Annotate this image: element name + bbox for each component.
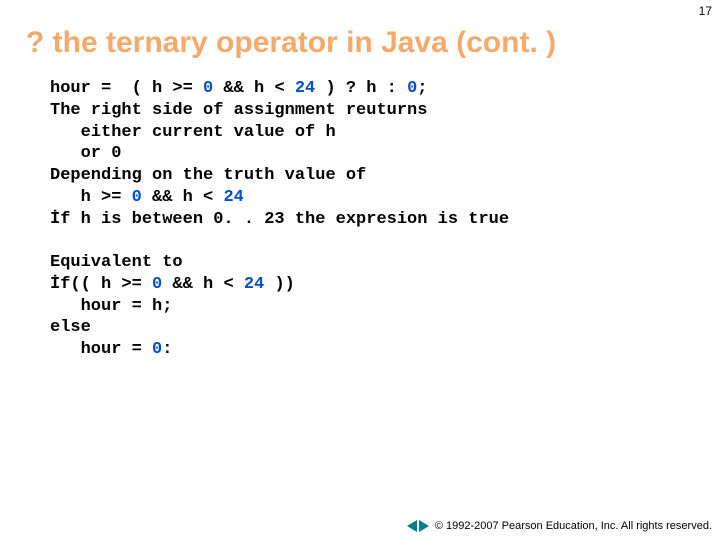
code-literal: 0 xyxy=(132,188,142,207)
code-literal: 0 xyxy=(152,340,162,359)
code-text: or 0 xyxy=(50,144,121,163)
code-block-1: hour = ( h >= 0 && h < 24 ) ? h : 0; The… xyxy=(0,78,720,361)
code-text: Equivalent to xyxy=(50,253,183,272)
code-text: ) ? h : xyxy=(315,79,407,98)
code-literal: 24 xyxy=(223,188,243,207)
code-literal: 0 xyxy=(203,79,213,98)
code-literal: 24 xyxy=(295,79,315,98)
nav-arrows xyxy=(407,520,429,532)
copyright-text: © 1992-2007 Pearson Education, Inc. All … xyxy=(435,520,712,532)
code-literal: 24 xyxy=(244,275,264,294)
code-text: hour = h; xyxy=(50,297,172,316)
code-text: : xyxy=(162,340,172,359)
code-text: İf(( h >= xyxy=(50,275,152,294)
footer: © 1992-2007 Pearson Education, Inc. All … xyxy=(407,520,712,532)
slide-title: ? the ternary operator in Java (cont. ) xyxy=(0,0,720,78)
code-text: İf h is between 0. . 23 the expresion is… xyxy=(50,210,509,229)
code-text: The right side of assignment reuturns xyxy=(50,101,427,120)
code-text: either current value of h xyxy=(50,123,336,142)
code-text: Depending on the truth value of xyxy=(50,166,366,185)
next-arrow-icon[interactable] xyxy=(419,520,429,532)
code-literal: 0 xyxy=(152,275,162,294)
code-text: && h < xyxy=(213,79,295,98)
code-text: else xyxy=(50,318,91,337)
code-text: h >= xyxy=(50,188,132,207)
code-text: )) xyxy=(264,275,295,294)
code-text: && h < xyxy=(162,275,244,294)
page-number: 17 xyxy=(699,4,712,18)
code-text: ; xyxy=(417,79,427,98)
code-text: hour = xyxy=(50,340,152,359)
code-text: hour = ( h >= xyxy=(50,79,203,98)
code-literal: 0 xyxy=(407,79,417,98)
code-text: && h < xyxy=(142,188,224,207)
prev-arrow-icon[interactable] xyxy=(407,520,417,532)
